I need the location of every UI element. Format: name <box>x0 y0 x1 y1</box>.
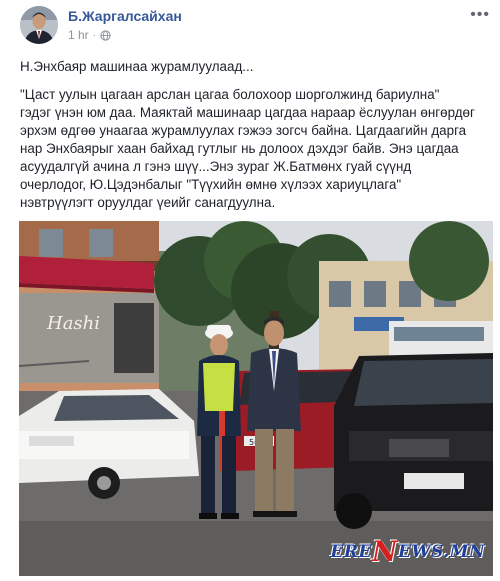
facebook-post: Б.Жаргалсайхан 1 hr · ••• Н.Энхбаяр маши… <box>0 0 500 581</box>
more-options-button[interactable]: ••• <box>470 7 490 23</box>
author-name-link[interactable]: Б.Жаргалсайхан <box>68 8 182 24</box>
post-photo[interactable]: Hashi ERENEWS.MN <box>19 221 493 576</box>
post-body-line: очерлодог, Ю.Цэдэнбалыг "Түүхийн өмнө хү… <box>20 177 402 192</box>
meta-separator: · <box>92 29 97 41</box>
post-meta: 1 hr · <box>68 28 111 42</box>
post-body-line: нэвтрүүлэгт оруулдаг үеийг санагдуулна. <box>20 195 276 210</box>
post-intro: Н.Энхбаяр машинаа журамлуулаад... <box>20 59 254 74</box>
post-body-line: асуудалгүй ачина л гэнэ шүү...Энэ зураг … <box>20 159 412 174</box>
shop-sign: Hashi <box>46 313 100 334</box>
author-avatar[interactable] <box>20 6 58 44</box>
avatar-photo <box>20 6 58 44</box>
street-scene-image: Hashi <box>19 221 493 576</box>
post-timestamp[interactable]: 1 hr <box>68 28 89 42</box>
post-body-line: "Цаст уулын цагаан арслан цагаа болохоор… <box>20 87 440 102</box>
post-body-line: нар Энхбаярыг хаан байхад гутлыг нь доло… <box>20 141 459 156</box>
post-text: Н.Энхбаяр машинаа журамлуулаад... "Цаст … <box>20 58 480 212</box>
post-header: Б.Жаргалсайхан 1 hr · ••• <box>20 6 490 46</box>
globe-icon[interactable] <box>100 29 111 41</box>
watermark-prefix: ERE <box>330 542 372 562</box>
watermark-n: N <box>371 535 398 568</box>
post-body-line: гэдэг үнэн юм даа. Маяктай машинаар цагд… <box>20 105 475 120</box>
watermark-suffix: EWS.MN <box>398 542 485 562</box>
post-body-line: эрхэм өдгөө унаагаа журамлуулах гэжээ зо… <box>20 123 467 138</box>
news-watermark: ERENEWS.MN <box>330 535 485 568</box>
